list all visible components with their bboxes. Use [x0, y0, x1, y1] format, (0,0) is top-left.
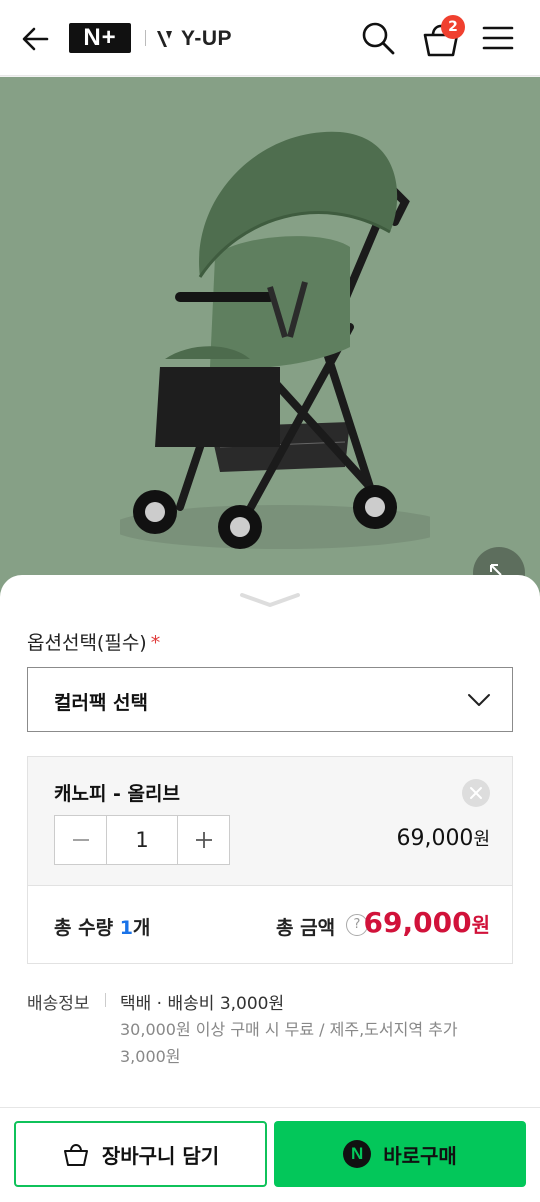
purchase-option-sheet: 옵션선택(필수) * 컬러팩 선택 캐노피 - 올리브 1 69,000원 총 …: [0, 575, 540, 1202]
total-quantity: 총 수량 1개: [54, 917, 151, 939]
selected-option-item: 캐노피 - 올리브 1 69,000원 총 수량 1개 총 금액 ? 69,00…: [27, 756, 513, 964]
naver-plus-logo[interactable]: N+: [69, 23, 131, 53]
total-amount-label: 총 금액: [276, 917, 336, 939]
add-to-cart-label: 장바구니 담기: [101, 1143, 220, 1168]
close-icon: [470, 787, 482, 799]
top-header: N+ Y-UP 2: [0, 0, 540, 76]
minus-icon: [72, 839, 89, 841]
quantity-decrease-button[interactable]: [55, 816, 106, 864]
color-pack-select[interactable]: 컬러팩 선택: [27, 667, 513, 732]
naver-n-icon: N: [343, 1140, 372, 1168]
chevron-down-icon: [468, 694, 490, 706]
product-image[interactable]: [0, 77, 540, 597]
select-value: 컬러팩 선택: [54, 692, 149, 714]
shipping-fee: 택배 · 배송비 3,000원: [120, 994, 285, 1014]
plus-icon: [195, 832, 212, 848]
shipping-note: 30,000원 이상 구매 시 무료 / 제주,도서지역 추가 3,000원: [120, 1020, 458, 1066]
divider: [0, 1107, 540, 1108]
selected-option-name: 캐노피 - 올리브: [54, 783, 180, 805]
quantity-stepper: 1: [54, 815, 230, 865]
shipping-info-label: 배송정보: [27, 994, 90, 1014]
divider: [105, 993, 106, 1007]
cart-count-badge: 2: [441, 15, 465, 39]
brand-logo[interactable]: Y-UP: [156, 24, 232, 54]
search-icon[interactable]: [360, 20, 396, 56]
brand-name: Y-UP: [181, 27, 233, 50]
required-mark: *: [150, 632, 161, 654]
option-price: 69,000원: [396, 826, 490, 851]
total-summary: 총 수량 1개 총 금액 ? 69,000원: [28, 886, 512, 963]
remove-option-button[interactable]: [462, 779, 490, 807]
quantity-increase-button[interactable]: [178, 816, 229, 864]
quantity-value[interactable]: 1: [106, 816, 178, 864]
back-arrow-icon[interactable]: [18, 22, 52, 56]
buy-now-label: 바로구매: [383, 1143, 457, 1168]
logo-divider: [145, 30, 146, 46]
hamburger-menu-icon[interactable]: [480, 22, 516, 54]
sheet-collapse-handle[interactable]: [238, 587, 302, 613]
total-amount-value: 69,000원: [363, 906, 490, 939]
add-to-cart-button[interactable]: 장바구니 담기: [14, 1121, 267, 1187]
brand-mark-icon: [157, 31, 172, 47]
shopping-basket-icon: [63, 1144, 88, 1166]
option-select-label: 옵션선택(필수) *: [27, 632, 161, 654]
buy-now-button[interactable]: N 바로구매: [274, 1121, 526, 1187]
stroller-illustration: [120, 131, 430, 549]
